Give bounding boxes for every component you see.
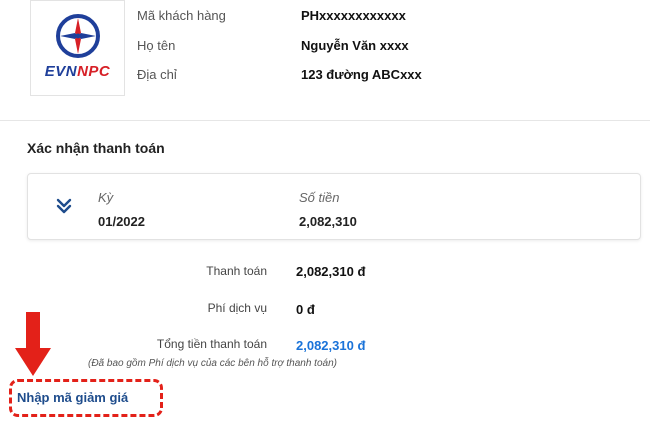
payment-label: Thanh toán <box>206 264 267 278</box>
service-fee-row: Phí dịch vụ 0 đ <box>0 301 650 319</box>
evnnpc-logo-icon <box>56 14 100 58</box>
customer-code-label: Mã khách hàng <box>137 8 226 23</box>
evnnpc-logo: EVNNPC <box>30 0 125 96</box>
payment-summary-row: Thanh toán 2,082,310 đ <box>0 264 650 282</box>
customer-address-row: Địa chỉ 123 đường ABCxxx <box>137 67 637 87</box>
amount-value: 2,082,310 <box>299 214 357 229</box>
payment-value: 2,082,310 đ <box>296 264 366 279</box>
period-value: 01/2022 <box>98 214 145 229</box>
arrow-down-icon <box>15 312 51 376</box>
logo-text-evn: EVN <box>44 63 78 80</box>
customer-info-card: EVNNPC Mã khách hàng PHxxxxxxxxxxxx Họ t… <box>0 0 650 121</box>
customer-code-value: PHxxxxxxxxxxxx <box>301 8 406 23</box>
total-value: 2,082,310 đ <box>296 338 366 353</box>
discount-code-link[interactable]: Nhập mã giảm giá <box>17 390 128 405</box>
customer-name-row: Họ tên Nguyễn Văn xxxx <box>137 38 637 58</box>
total-row: Tổng tiền thanh toán 2,082,310 đ <box>0 337 650 355</box>
fee-note: (Đã bao gồm Phí dịch vụ của các bên hỗ t… <box>88 358 337 369</box>
payment-confirmation-page: EVNNPC Mã khách hàng PHxxxxxxxxxxxx Họ t… <box>0 0 650 423</box>
amount-header: Số tiền <box>299 190 340 205</box>
logo-text-npc: NPC <box>77 63 111 80</box>
customer-address-label: Địa chỉ <box>137 67 177 82</box>
customer-code-row: Mã khách hàng PHxxxxxxxxxxxx <box>137 8 637 28</box>
period-header: Kỳ <box>98 190 114 205</box>
service-fee-value: 0 đ <box>296 302 315 317</box>
billing-period-card: Kỳ Số tiền 01/2022 2,082,310 <box>27 173 641 240</box>
customer-address-value: 123 đường ABCxxx <box>301 67 422 82</box>
customer-name-label: Họ tên <box>137 38 176 53</box>
customer-name-value: Nguyễn Văn xxxx <box>301 38 409 53</box>
logo-text: EVNNPC <box>31 63 124 80</box>
total-label: Tổng tiền thanh toán <box>156 337 267 351</box>
expand-button[interactable] <box>52 194 76 218</box>
chevron-double-down-icon <box>56 198 72 214</box>
section-title: Xác nhận thanh toán <box>27 140 165 156</box>
service-fee-label: Phí dịch vụ <box>207 301 267 315</box>
discount-highlight: Nhập mã giảm giá <box>9 379 163 417</box>
